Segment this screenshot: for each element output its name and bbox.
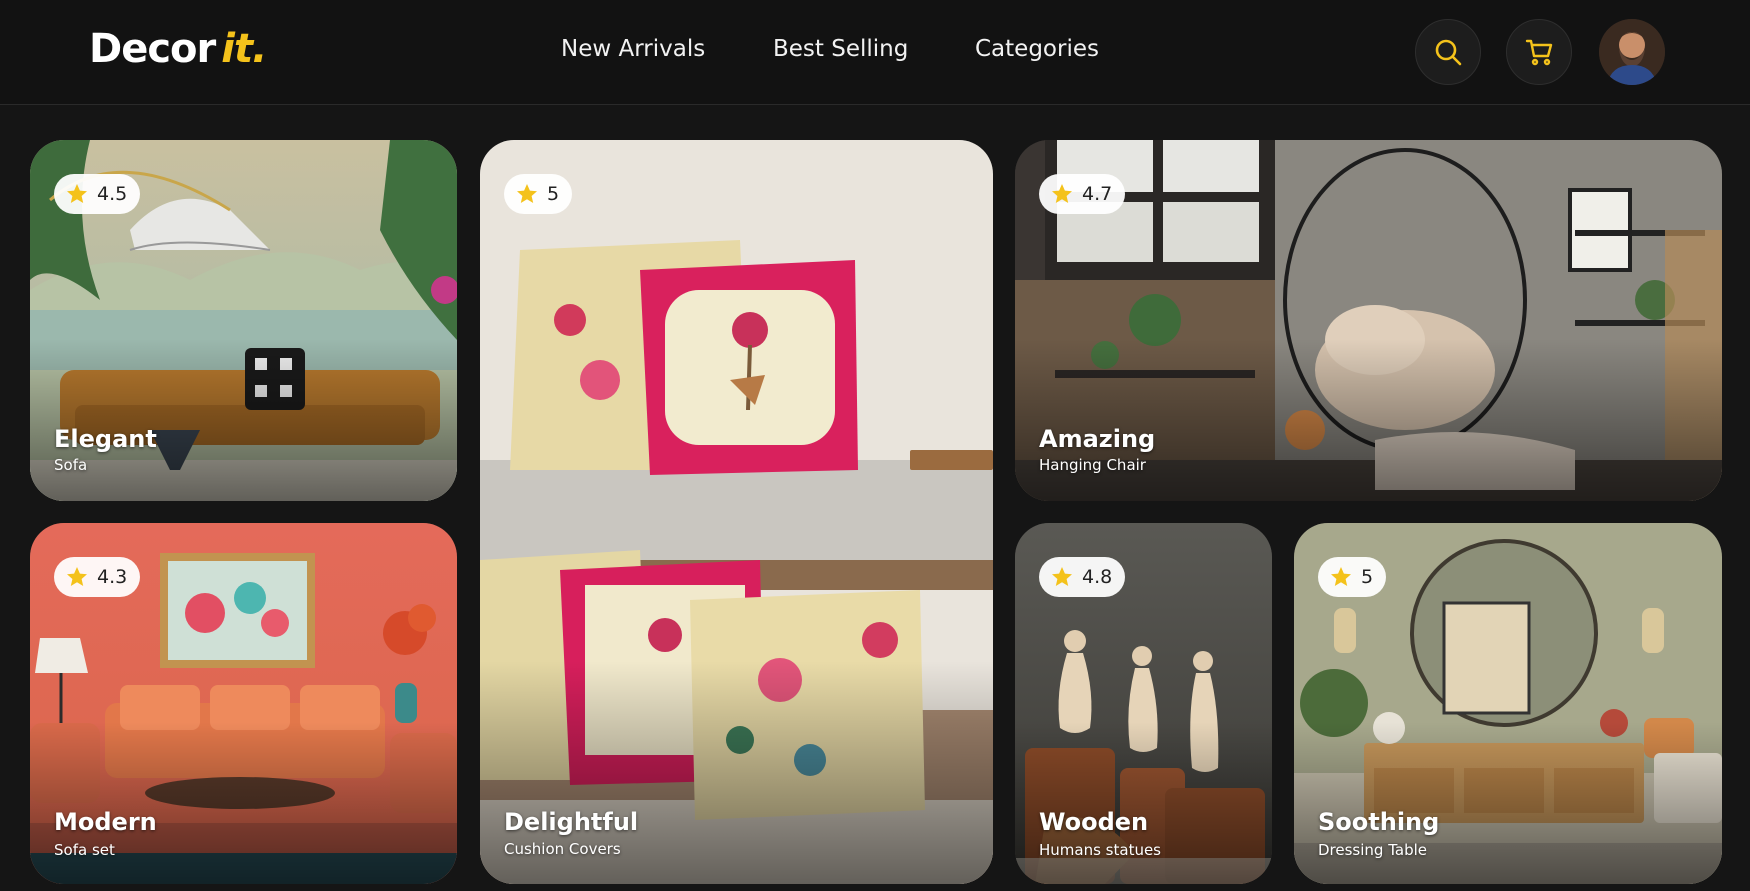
rating-value: 5 bbox=[547, 183, 560, 205]
rating-value: 4.5 bbox=[97, 183, 128, 205]
rating-value: 4.7 bbox=[1082, 183, 1113, 205]
rating-badge: 4.5 bbox=[54, 174, 141, 214]
rating-badge: 5 bbox=[1318, 557, 1387, 597]
rating-badge: 4.7 bbox=[1039, 174, 1126, 214]
search-button[interactable] bbox=[1415, 19, 1481, 85]
card-title: Elegant bbox=[54, 425, 157, 453]
avatar-image bbox=[1599, 19, 1665, 85]
card-title: Wooden bbox=[1039, 808, 1149, 836]
product-card-wooden-humans-statues[interactable]: 4.8 Wooden Humans statues bbox=[1015, 523, 1272, 884]
product-card-delightful-cushion-covers[interactable]: 5 Delightful Cushion Covers bbox=[480, 140, 993, 884]
card-subtitle: Cushion Covers bbox=[504, 840, 621, 858]
logo-text: Decor bbox=[89, 26, 216, 72]
cart-button[interactable] bbox=[1506, 19, 1572, 85]
rating-badge: 5 bbox=[504, 174, 573, 214]
product-card-elegant-sofa[interactable]: 4.5 Elegant Sofa bbox=[30, 140, 457, 501]
card-subtitle: Dressing Table bbox=[1318, 841, 1427, 859]
top-navbar: Decor it. New Arrivals Best Selling Categ… bbox=[0, 0, 1750, 105]
rating-badge: 4.8 bbox=[1039, 557, 1126, 597]
rating-value: 4.8 bbox=[1082, 566, 1113, 588]
star-icon bbox=[1052, 184, 1072, 203]
rating-value: 4.3 bbox=[97, 566, 128, 588]
card-title: Delightful bbox=[504, 808, 639, 836]
star-icon bbox=[67, 567, 87, 586]
card-subtitle: Humans statues bbox=[1039, 841, 1161, 859]
cart-icon bbox=[1525, 39, 1553, 66]
brand-logo[interactable]: Decor it. bbox=[89, 26, 267, 72]
search-icon bbox=[1435, 39, 1462, 66]
product-card-soothing-dressing-table[interactable]: 5 Soothing Dressing Table bbox=[1294, 523, 1722, 884]
rating-value: 5 bbox=[1361, 566, 1374, 588]
card-subtitle: Sofa bbox=[54, 456, 88, 474]
nav-best-selling[interactable]: Best Selling bbox=[773, 36, 908, 62]
star-icon bbox=[1052, 567, 1072, 586]
product-card-amazing-hanging-chair[interactable]: 4.7 Amazing Hanging Chair bbox=[1015, 140, 1722, 501]
logo-accent-text: it. bbox=[221, 26, 267, 72]
nav-categories[interactable]: Categories bbox=[975, 36, 1099, 62]
card-title: Modern bbox=[54, 808, 157, 836]
star-icon bbox=[517, 184, 537, 203]
nav-new-arrivals[interactable]: New Arrivals bbox=[561, 36, 705, 62]
card-title: Amazing bbox=[1039, 425, 1156, 453]
star-icon bbox=[1331, 567, 1351, 586]
card-subtitle: Hanging Chair bbox=[1039, 456, 1146, 474]
star-icon bbox=[67, 184, 87, 203]
rating-badge: 4.3 bbox=[54, 557, 141, 597]
card-subtitle: Sofa set bbox=[54, 841, 115, 859]
profile-avatar[interactable] bbox=[1599, 19, 1665, 85]
product-card-modern-sofa-set[interactable]: 4.3 Modern Sofa set bbox=[30, 523, 457, 884]
card-title: Soothing bbox=[1318, 808, 1440, 836]
